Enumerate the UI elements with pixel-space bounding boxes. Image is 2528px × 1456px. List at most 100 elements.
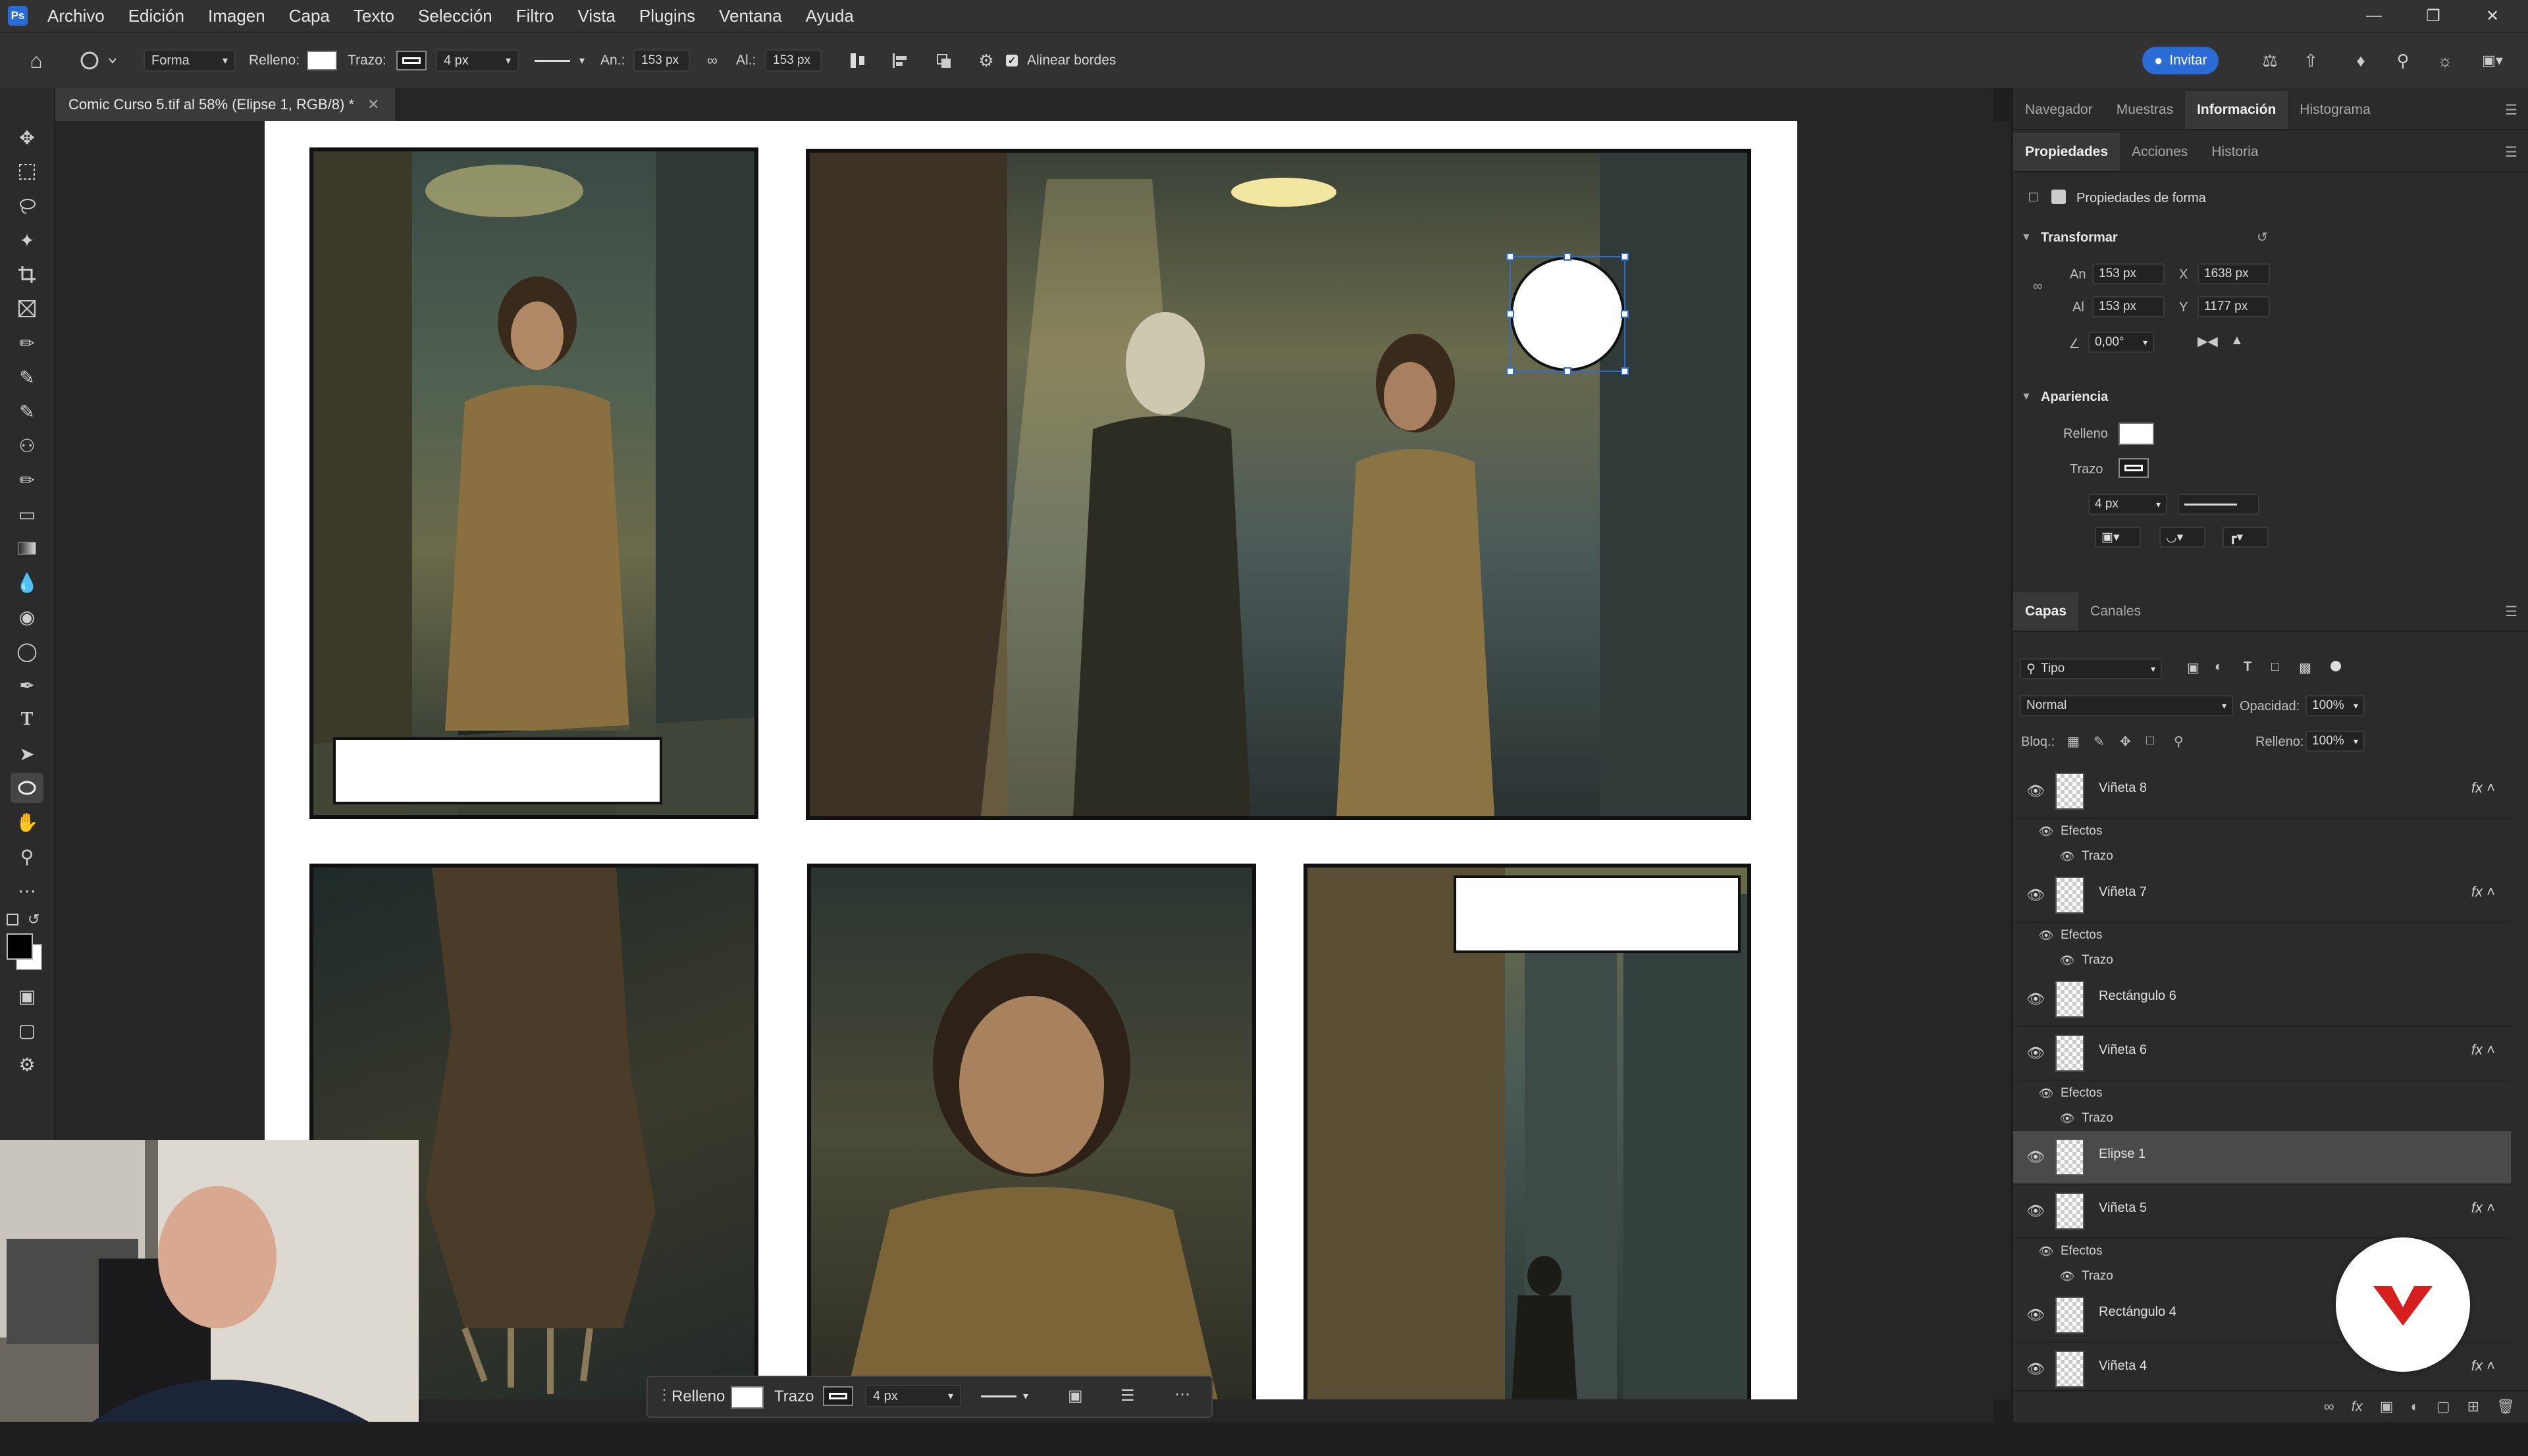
tab-muestras[interactable]: Muestras [2105, 91, 2185, 129]
menu-seleccion[interactable]: Selección [406, 0, 504, 32]
flask-icon[interactable]: ⚖ [2257, 33, 2283, 88]
fx-icon[interactable]: fx ˄ [2471, 1199, 2495, 1216]
magic-wand-icon[interactable]: ✦ [11, 225, 43, 255]
eye-icon[interactable]: 👁 [2026, 990, 2045, 1008]
y-field[interactable]: 1177 px [2198, 296, 2270, 317]
menu-texto[interactable]: Texto [342, 0, 406, 32]
filter-adjustment-icon[interactable]: ◐ [2215, 660, 2223, 675]
panel-menu-icon[interactable]: ☰ [2505, 604, 2517, 620]
blur-tool-icon[interactable]: 💧 [11, 567, 43, 598]
shape-tool-preset[interactable] [78, 33, 125, 88]
align-edges-checkbox[interactable]: ✓ [1006, 55, 1018, 66]
stroke-type-select[interactable]: ▾ [527, 49, 592, 72]
close-icon[interactable]: ✕ [2465, 0, 2520, 32]
healing-brush-icon[interactable]: ✎ [11, 362, 43, 392]
appearance-stroke-width[interactable]: 4 px ▾ [2088, 494, 2167, 515]
dodge-tool-icon[interactable]: ◉ [11, 602, 43, 632]
bell-icon[interactable]: ♦ [2348, 33, 2374, 88]
opacity-field[interactable]: 100% ▾ [2305, 695, 2365, 716]
eye-icon[interactable]: 👁 [2059, 849, 2075, 864]
edit-toolbar-icon[interactable]: ⚙ [11, 1049, 43, 1079]
eye-icon[interactable]: 👁 [2026, 782, 2045, 800]
tab-propiedades[interactable]: Propiedades [2013, 133, 2120, 171]
history-brush-icon[interactable]: ✏ [11, 465, 43, 495]
menu-capa[interactable]: Capa [277, 0, 342, 32]
comic-page[interactable] [265, 121, 1797, 1399]
hand-tool-icon[interactable]: ✋ [11, 807, 43, 837]
tab-capas[interactable]: Capas [2013, 592, 2079, 631]
adjustment-layer-icon[interactable]: ◐ [2411, 1398, 2419, 1415]
search-icon[interactable]: ⚲ [2390, 33, 2416, 88]
close-tab-icon[interactable]: ✕ [367, 96, 379, 113]
eye-icon[interactable]: 👁 [2026, 1148, 2045, 1166]
ellipse-tool-icon[interactable] [11, 773, 43, 803]
eye-icon[interactable]: 👁 [2038, 1244, 2054, 1259]
gradient-tool-icon[interactable] [11, 533, 43, 563]
eye-icon[interactable]: 👁 [2026, 886, 2045, 904]
tab-navegador[interactable]: Navegador [2013, 91, 2105, 129]
default-colors-icon[interactable] [7, 914, 18, 925]
panel-menu-icon[interactable]: ☰ [2505, 102, 2517, 118]
foreground-color-swatch[interactable] [7, 933, 33, 960]
menu-vista[interactable]: Vista [566, 0, 627, 32]
appearance-stroke-swatch[interactable] [2119, 458, 2149, 478]
new-layer-icon[interactable]: ⊞ [2467, 1398, 2479, 1415]
eye-icon[interactable]: 👁 [2026, 1360, 2045, 1378]
height-input[interactable]: 153 px [765, 49, 822, 72]
eye-icon[interactable]: 👁 [2026, 1202, 2045, 1220]
ctx-more-icon[interactable]: ⋯ [1174, 1385, 1190, 1404]
minimize-icon[interactable]: — [2346, 0, 2402, 32]
quick-mask-icon[interactable]: ▣ [11, 981, 43, 1011]
stroke-align-select[interactable]: ▣▾ [2095, 527, 2141, 548]
tab-histograma[interactable]: Histograma [2288, 91, 2382, 129]
fill-opacity-field[interactable]: 100% ▾ [2305, 731, 2365, 752]
layer-row[interactable]: 👁 Viñeta 5 fx ˄ [2013, 1185, 2511, 1239]
blend-mode-select[interactable]: Normal ▾ [2020, 695, 2233, 716]
filter-type-icon[interactable]: T [2244, 660, 2252, 675]
menu-plugins[interactable]: Plugins [627, 0, 707, 32]
chevron-down-icon[interactable]: ▼ [2021, 391, 2032, 403]
sponge-tool-icon[interactable]: ◯ [11, 636, 43, 666]
crop-tool-icon[interactable] [11, 259, 43, 290]
workspace-icon[interactable]: ▣▾ [2473, 33, 2512, 88]
caption-box-2[interactable] [1454, 875, 1741, 953]
menu-archivo[interactable]: Archivo [36, 0, 117, 32]
flip-horizontal-icon[interactable]: ▶◀ [2198, 333, 2218, 350]
lock-position-icon[interactable]: ✥ [2120, 733, 2131, 750]
ctx-settings-icon[interactable]: ☰ [1120, 1386, 1135, 1405]
share-icon[interactable]: ⇧ [2298, 33, 2324, 88]
lock-pixels-icon[interactable]: ✎ [2094, 733, 2105, 750]
stroke-caps-select[interactable]: ◡▾ [2159, 527, 2205, 548]
lasso-tool-icon[interactable] [11, 191, 43, 221]
eye-icon[interactable]: 👁 [2038, 824, 2054, 839]
menu-edicion[interactable]: Edición [117, 0, 196, 32]
filter-smart-object-icon[interactable]: ▩ [2299, 660, 2311, 676]
stroke-swatch[interactable] [396, 51, 427, 70]
filter-toggle-icon[interactable] [2330, 661, 2341, 671]
stroke-corners-select[interactable]: ┏▾ [2223, 527, 2269, 548]
fill-swatch[interactable] [307, 51, 337, 70]
brush-tool-icon[interactable]: ✎ [11, 396, 43, 427]
home-icon[interactable]: ⌂ [20, 33, 53, 88]
lock-all-icon[interactable]: ⚲ [2174, 733, 2184, 750]
appearance-stroke-type[interactable] [2178, 494, 2259, 515]
menu-ayuda[interactable]: Ayuda [794, 0, 866, 32]
tab-historia[interactable]: Historia [2199, 133, 2270, 171]
eye-icon[interactable]: 👁 [2026, 1044, 2045, 1062]
ctx-stroke-width[interactable]: 4 px ▾ [865, 1385, 961, 1407]
menu-filtro[interactable]: Filtro [504, 0, 566, 32]
lightbulb-icon[interactable]: ☼ [2432, 33, 2458, 88]
tab-informacion[interactable]: Información [2185, 91, 2288, 129]
tab-acciones[interactable]: Acciones [2120, 133, 2199, 171]
ctx-fill-swatch[interactable] [731, 1386, 764, 1409]
eye-icon[interactable]: 👁 [2026, 1306, 2045, 1324]
lock-transparency-icon[interactable]: ▦ [2067, 733, 2080, 750]
ctx-transform-icon[interactable]: ▣ [1068, 1386, 1083, 1405]
link-icon[interactable]: ∞ [700, 33, 724, 88]
screen-mode-icon[interactable]: ▢ [11, 1015, 43, 1045]
vertical-scrollbar[interactable] [1993, 121, 2011, 1399]
fx-icon[interactable]: fx ˄ [2471, 883, 2495, 900]
ctx-stroke-swatch[interactable] [823, 1386, 853, 1406]
eye-icon[interactable]: 👁 [2038, 1086, 2054, 1101]
link-icon[interactable]: ∞ [2033, 279, 2042, 294]
